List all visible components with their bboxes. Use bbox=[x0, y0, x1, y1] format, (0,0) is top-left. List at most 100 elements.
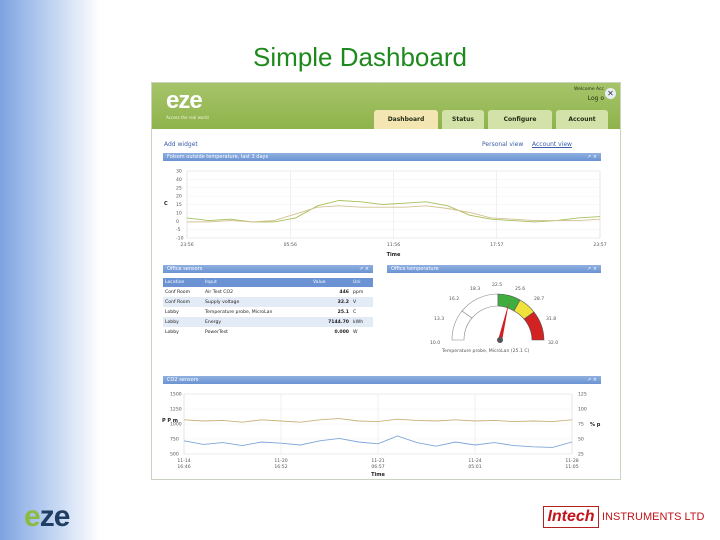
y-tick-label: -5 bbox=[176, 227, 181, 233]
panel-controls-icon[interactable]: ↗ × bbox=[587, 265, 597, 273]
y-left-tick-label: 750 bbox=[170, 437, 179, 443]
y-axis-label: C bbox=[164, 201, 168, 207]
slide-side-gradient bbox=[0, 0, 100, 540]
table-row[interactable]: Conf Room Air Test CO2 446 ppm bbox=[163, 287, 373, 297]
cell-value: 7144.70 bbox=[311, 317, 351, 327]
y-tick-label: 40 bbox=[176, 177, 182, 183]
co2-panel-title: CO2 sensors bbox=[167, 377, 199, 383]
panel-controls-icon[interactable]: ↗ × bbox=[587, 153, 597, 161]
sensors-panel-header: Office sensors ↗ × bbox=[163, 265, 373, 273]
personal-view-link[interactable]: Personal view bbox=[482, 141, 523, 148]
table-row[interactable]: Conf Room Supply voltage 32.2 V bbox=[163, 297, 373, 307]
gauge-label: 22.5 bbox=[492, 282, 502, 288]
y-left-tick-label: 1500 bbox=[170, 392, 182, 398]
panel-controls-icon[interactable]: ↗ × bbox=[359, 265, 369, 273]
x-tick-label: 11-20 bbox=[274, 458, 287, 464]
gauge-label: 31.8 bbox=[546, 316, 556, 322]
y-left-tick-label: 1250 bbox=[170, 407, 182, 413]
account-view-link[interactable]: Account view bbox=[532, 141, 572, 148]
cell-input: Energy bbox=[203, 317, 311, 327]
add-widget-link[interactable]: Add widget bbox=[164, 141, 198, 148]
cell-unit: V bbox=[351, 297, 373, 307]
y-tick-label: 20 bbox=[176, 194, 182, 200]
x-tick-label: 11:56 bbox=[387, 242, 400, 248]
cell-unit: ppm bbox=[353, 289, 364, 295]
gauge-band-mid bbox=[461, 293, 499, 319]
y-right-tick-label: 50 bbox=[578, 437, 584, 443]
x-tick-label: 05:01 bbox=[468, 464, 481, 470]
temperature-gauge: 10.0 13.3 16.2 18.3 22.5 25.6 28.7 31.8 … bbox=[430, 282, 558, 354]
y-right-tick-label: 125 bbox=[578, 392, 587, 398]
temp-chart: 30 40 25 20 15 10 0 -5 -1023:56 05:56 11:56 17:57 23… bbox=[164, 169, 607, 259]
cell-value: 0.000 bbox=[334, 329, 349, 335]
gauge-caption: Temperature probe, MicroLan (25.1 C) bbox=[441, 348, 530, 354]
table-row[interactable]: Lobby Energy 7144.70 kWh bbox=[163, 317, 373, 327]
table-row[interactable]: Lobby PowerTest 0.000 W bbox=[163, 327, 373, 337]
y-left-axis-label: P P m bbox=[162, 418, 178, 424]
temp-panel-title: Folsom outside temperature, last 3 days bbox=[167, 154, 269, 160]
cell-location: Lobby bbox=[163, 317, 203, 327]
gauge-needle bbox=[498, 302, 509, 341]
gauge-label: 28.7 bbox=[534, 296, 544, 302]
co2-panel-header: CO2 sensors ↗ × bbox=[163, 376, 601, 384]
y-tick-label: 30 bbox=[176, 169, 182, 175]
table-row[interactable]: Lobby Temperature probe, MicroLan 25.1 C bbox=[163, 307, 373, 317]
y-right-tick-label: 100 bbox=[578, 407, 587, 413]
x-tick-label: 23:56 bbox=[180, 242, 193, 248]
y-right-tick-label: 25 bbox=[578, 452, 584, 458]
tagline: Access the real world bbox=[166, 115, 209, 120]
cell-input: Air Test CO2 bbox=[205, 289, 234, 295]
x-tick-label: 11-24 bbox=[468, 458, 481, 464]
y-tick-label: -10 bbox=[176, 236, 184, 242]
column-header[interactable]: Uni bbox=[351, 278, 373, 287]
table-header-row: Location Input Value Uni bbox=[163, 278, 373, 287]
tab-status[interactable]: Status bbox=[442, 110, 484, 129]
column-header[interactable]: Input bbox=[203, 278, 311, 287]
x-tick-label: 11-28 bbox=[565, 458, 578, 464]
close-icon[interactable]: ✕ bbox=[605, 88, 616, 99]
intech-subtitle: INSTRUMENTS LTD bbox=[602, 511, 705, 523]
gauge-label: 32.0 bbox=[548, 340, 558, 346]
column-header[interactable]: Location bbox=[163, 278, 203, 287]
x-tick-label: 23:57 bbox=[593, 242, 606, 248]
tab-dashboard[interactable]: Dashboard bbox=[374, 110, 438, 129]
x-tick-label: 11:05 bbox=[565, 464, 578, 470]
cell-location: Lobby bbox=[165, 309, 179, 315]
x-tick-label: 05:56 bbox=[284, 242, 297, 248]
eze-logo: eze bbox=[166, 87, 203, 114]
y-right-tick-label: 75 bbox=[578, 422, 584, 428]
cell-location: Lobby bbox=[165, 329, 179, 335]
x-tick-label: 11-21 bbox=[371, 458, 384, 464]
cell-input: Temperature probe, MicroLan bbox=[205, 309, 273, 315]
cell-location: Conf Room bbox=[163, 297, 203, 307]
panel-controls-icon[interactable]: ↗ × bbox=[587, 376, 597, 384]
y-tick-label: 0 bbox=[176, 219, 179, 225]
app-header: eze Access the real world Welcome Acc Lo… bbox=[152, 83, 620, 129]
gauge-label: 13.3 bbox=[434, 316, 444, 322]
sensors-panel-title: Office sensors bbox=[167, 266, 203, 272]
dashboard-screenshot: eze Access the real world Welcome Acc Lo… bbox=[151, 82, 621, 480]
x-tick-label: 16:52 bbox=[274, 464, 287, 470]
tab-configure[interactable]: Configure bbox=[488, 110, 552, 129]
sensors-table: Location Input Value Uni Conf Room Air T… bbox=[163, 278, 373, 337]
y-tick-label: 25 bbox=[176, 185, 182, 191]
x-tick-label: 06:57 bbox=[371, 464, 384, 470]
eze-brand-logo: eze bbox=[24, 500, 70, 533]
welcome-text: Welcome Acc bbox=[574, 87, 604, 92]
cell-value: 25.1 bbox=[337, 309, 349, 315]
x-tick-label: 17:57 bbox=[490, 242, 503, 248]
gauge-panel-header: Office temperature ↗ × bbox=[387, 265, 601, 273]
cell-unit: kWh bbox=[351, 317, 373, 327]
gauge-label: 10.0 bbox=[430, 340, 440, 346]
cell-unit: C bbox=[353, 309, 357, 315]
cell-input: Supply voltage bbox=[203, 297, 311, 307]
cell-unit: W bbox=[353, 329, 358, 335]
x-tick-label: 11-14 bbox=[177, 458, 190, 464]
tab-account[interactable]: Account bbox=[556, 110, 608, 129]
logout-link[interactable]: Log o bbox=[588, 95, 604, 102]
x-axis-label: Time bbox=[371, 472, 385, 478]
column-header[interactable]: Value bbox=[311, 278, 351, 287]
x-axis-label: Time bbox=[387, 252, 401, 258]
y-right-axis-label: % p bbox=[590, 422, 601, 428]
intech-wordmark: Intech bbox=[543, 506, 599, 528]
